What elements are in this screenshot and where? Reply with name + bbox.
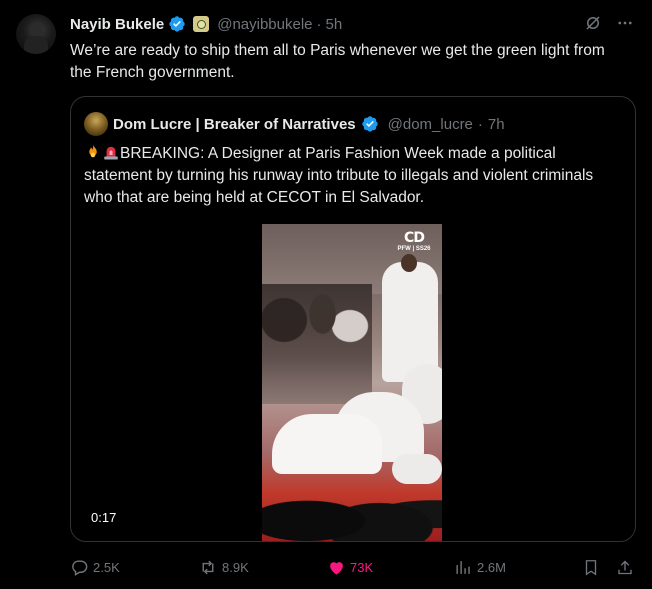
verified-badge-icon <box>361 115 379 133</box>
siren-icon <box>102 143 120 161</box>
watermark-text: PFW | SS26 <box>397 246 431 252</box>
views-icon <box>454 558 473 577</box>
repost-count: 8.9K <box>222 559 249 575</box>
grok-icon[interactable] <box>584 14 602 32</box>
quoted-post-card[interactable]: Dom Lucre | Breaker of Narratives @dom_l… <box>70 96 636 542</box>
quoted-author-handle[interactable]: @dom_lucre <box>388 116 473 133</box>
bookmark-icon <box>582 558 600 577</box>
quoted-video[interactable]: CD PFW | SS26 <box>262 224 442 541</box>
like-count: 73K <box>350 559 374 575</box>
views-button[interactable]: 2.6M <box>454 556 506 578</box>
author-name[interactable]: Nayib Bukele <box>70 16 164 33</box>
author-handle[interactable]: @nayibbukele <box>217 16 312 33</box>
share-button[interactable] <box>616 556 634 578</box>
repost-icon <box>198 558 218 577</box>
post-time[interactable]: 5h <box>326 16 343 33</box>
post-text: We’re are ready to ship them all to Pari… <box>70 42 605 81</box>
quoted-author-avatar[interactable] <box>84 112 108 136</box>
reply-count: 2.5K <box>93 559 120 575</box>
more-icon[interactable] <box>616 14 634 32</box>
post-header: Nayib Bukele @nayibbukele · 5h <box>70 14 342 34</box>
heart-icon <box>327 558 346 577</box>
video-duration: 0:17 <box>91 510 117 525</box>
quoted-author-name[interactable]: Dom Lucre | Breaker of Narratives <box>113 116 356 133</box>
post-top-actions <box>584 14 634 32</box>
quoted-post-text: BREAKING: A Designer at Paris Fashion We… <box>84 143 624 209</box>
affiliate-badge-icon[interactable] <box>193 16 210 32</box>
reply-icon <box>70 558 89 577</box>
separator-dot: · <box>316 15 322 33</box>
quoted-post-time[interactable]: 7h <box>488 116 505 133</box>
views-count: 2.6M <box>477 559 506 575</box>
quoted-post-body: BREAKING: A Designer at Paris Fashion We… <box>84 145 594 206</box>
bookmark-button[interactable] <box>582 556 600 578</box>
watermark-mark: CD <box>404 230 425 246</box>
quoted-post-header: Dom Lucre | Breaker of Narratives @dom_l… <box>84 112 505 136</box>
post-actions-bar: 2.5K 8.9K 73K 2.6M <box>70 556 636 578</box>
reply-button[interactable]: 2.5K <box>70 556 120 578</box>
repost-button[interactable]: 8.9K <box>198 556 249 578</box>
share-icon <box>616 558 634 577</box>
video-watermark-logo: CD PFW | SS26 <box>394 230 434 252</box>
separator-dot: · <box>477 115 483 133</box>
fire-icon <box>84 143 102 161</box>
author-avatar[interactable] <box>16 14 56 54</box>
verified-badge-icon <box>168 15 186 33</box>
like-button[interactable]: 73K <box>327 556 373 578</box>
